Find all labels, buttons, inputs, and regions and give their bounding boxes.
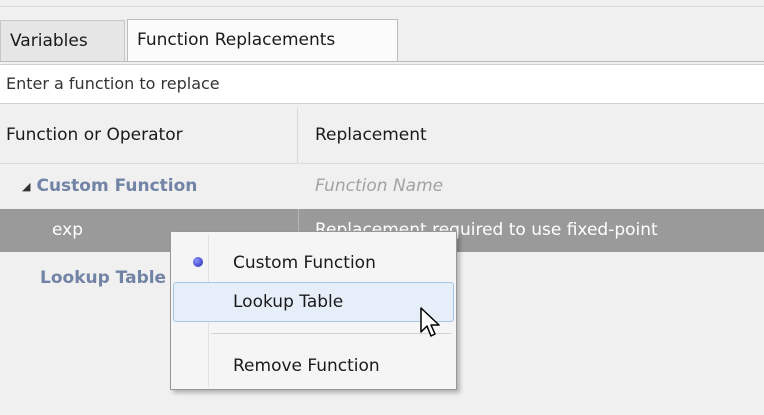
function-name-placeholder[interactable]: Function Name bbox=[315, 166, 443, 206]
column-header-replacement[interactable]: Replacement bbox=[299, 108, 764, 163]
menu-item-lookup-table[interactable]: Lookup Table bbox=[173, 282, 454, 322]
menu-item-label: Lookup Table bbox=[233, 292, 344, 312]
tab-bar-top-divider bbox=[0, 6, 764, 7]
search-placeholder: Enter a function to replace bbox=[6, 74, 220, 93]
menu-item-label: Custom Function bbox=[233, 253, 376, 273]
triangle-down-icon[interactable]: ◢ bbox=[22, 167, 30, 207]
custom-function-label: Custom Function bbox=[36, 176, 198, 196]
tab-bar-baseline bbox=[0, 61, 764, 62]
context-menu: Custom Function Lookup Table Remove Func… bbox=[170, 231, 457, 390]
lookup-table-group-cell: Lookup Table bbox=[40, 268, 167, 288]
custom-function-group-cell: ◢ Custom Function bbox=[22, 166, 197, 206]
menu-item-custom-function[interactable]: Custom Function bbox=[173, 244, 454, 282]
tab-function-replacements[interactable]: Function Replacements bbox=[127, 19, 398, 62]
exp-function-cell: exp bbox=[52, 220, 84, 240]
table-header: Function or Operator Replacement bbox=[0, 108, 764, 164]
column-header-function[interactable]: Function or Operator bbox=[0, 108, 298, 163]
table-row-custom-function[interactable]: ◢ Custom Function Function Name bbox=[0, 166, 764, 206]
menu-item-label: Remove Function bbox=[233, 356, 380, 376]
function-search-input[interactable]: Enter a function to replace bbox=[0, 64, 764, 104]
radio-bullet-icon bbox=[193, 257, 203, 267]
tab-variables[interactable]: Variables bbox=[0, 20, 125, 61]
menu-item-remove-function[interactable]: Remove Function bbox=[173, 347, 454, 385]
menu-separator bbox=[211, 333, 452, 334]
tab-bar: Variables Function Replacements bbox=[0, 0, 764, 62]
mouse-pointer-icon bbox=[420, 307, 440, 337]
